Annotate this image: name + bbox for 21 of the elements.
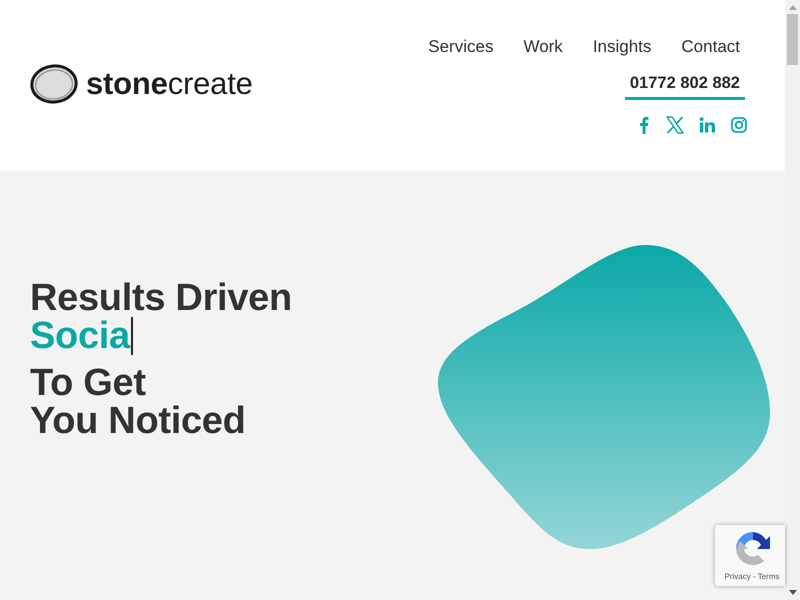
phone-link[interactable]: 01772 802 882 [624, 73, 745, 100]
pebble-logo-icon [30, 64, 78, 104]
recaptcha-arrows-icon [734, 530, 772, 568]
scrollbar-thumb[interactable] [787, 14, 798, 65]
facebook-icon[interactable] [639, 116, 649, 134]
headline-line: To Get [30, 364, 146, 402]
headline-line: You Noticed [30, 402, 246, 440]
highlighted-headline-word: Socia [30, 317, 130, 355]
x-logo-icon[interactable] [666, 116, 684, 134]
nav-link[interactable]: Work [523, 36, 563, 58]
scroll-down-arrow-icon[interactable] [788, 590, 796, 595]
logo-wordmark[interactable]: stonecreate [86, 64, 253, 104]
privacy-terms-link[interactable]: Privacy - Terms [724, 572, 780, 582]
scroll-up-arrow-icon[interactable] [788, 5, 796, 10]
instagram-icon[interactable] [731, 117, 747, 133]
linkedin-icon[interactable] [699, 117, 715, 133]
headline-line: Results Driven [30, 279, 292, 317]
scrollbar-track[interactable] [785, 0, 800, 600]
nav-link[interactable]: Insights [592, 36, 652, 58]
nav-link[interactable]: Services [428, 36, 494, 58]
nav-link[interactable]: Contact [681, 36, 740, 58]
